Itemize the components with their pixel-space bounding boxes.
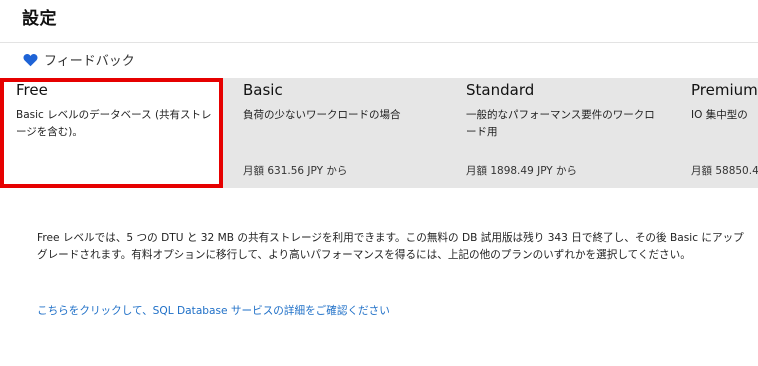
pricing-tier-strip: Free Basic レベルのデータベース (共有ストレージを含む)。 Basi… [0,78,758,188]
tier-card-free[interactable]: Free Basic レベルのデータベース (共有ストレージを含む)。 [0,78,223,188]
page-title: 設定 [22,9,57,29]
tier-description: 負荷の少ないワークロードの場合 [243,109,401,121]
sql-database-details-link[interactable]: こちらをクリックして、SQL Database サービスの詳細をご確認ください [37,303,390,318]
tier-card-basic[interactable]: Basic 負荷の少ないワークロードの場合 月額 631.56 JPY から [229,78,451,188]
tier-name: Premium [691,81,758,99]
tier-price: 月額 1898.49 JPY から [466,165,578,177]
tier-price: 月額 631.56 JPY から [243,165,348,177]
tier-name: Standard [466,81,535,99]
title-divider [0,42,758,43]
tier-card-standard[interactable]: Standard 一般的なパフォーマンス要件のワークロード用 月額 1898.4… [452,78,677,188]
feedback-label: フィードバック [44,54,135,69]
tier-description: Basic レベルのデータベース (共有ストレージを含む)。 [16,109,212,138]
free-tier-info-text: Free レベルでは、5 つの DTU と 32 MB の共有ストレージを利用で… [37,232,744,261]
tier-price: 月額 58850.40 [691,165,758,177]
feedback-button[interactable]: フィードバック [23,50,135,69]
tier-name: Free [16,81,48,99]
tier-card-premium[interactable]: Premium IO 集中型の 月額 58850.40 [677,78,758,188]
tier-name: Basic [243,81,283,99]
heart-icon [23,53,38,66]
tier-description: IO 集中型の [691,109,748,121]
tier-description: 一般的なパフォーマンス要件のワークロード用 [466,109,655,138]
settings-page: 設定 フィードバック Free Basic レベルのデータベース (共有ストレー… [0,0,758,366]
